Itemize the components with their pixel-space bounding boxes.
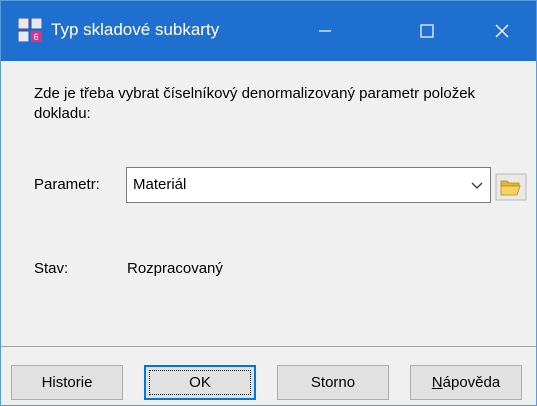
napoveda-mnemonic: N	[431, 374, 443, 391]
dialog-body: Zde je třeba vybrat číselníkový denormal…	[1, 61, 536, 346]
maximize-icon	[420, 24, 434, 38]
button-bar: Historie OK Storno Nápověda	[1, 347, 536, 405]
folder-open-icon	[495, 173, 527, 201]
maximize-button[interactable]	[396, 1, 458, 61]
chevron-down-icon[interactable]	[468, 176, 486, 194]
minimize-button[interactable]	[294, 1, 356, 61]
minimize-icon	[319, 30, 331, 32]
focus-rectangle	[149, 370, 251, 395]
svg-text:6: 6	[34, 32, 39, 42]
window-title: Typ skladové subkarty	[51, 20, 220, 39]
close-button[interactable]	[471, 1, 533, 61]
ok-button[interactable]: OK	[144, 365, 256, 400]
stav-label: Stav:	[34, 260, 69, 277]
instruction-text: Zde je třeba vybrat číselníkový denormal…	[34, 85, 476, 122]
folder-browse-button[interactable]	[495, 173, 527, 201]
parametr-combobox[interactable]: Materiál	[126, 167, 491, 203]
parametr-selected-value: Materiál	[133, 176, 187, 193]
title-bar[interactable]: 6 Typ skladové subkarty	[1, 1, 536, 61]
dialog-window: 6 Typ skladové subkarty Zde je třeba vyb…	[0, 0, 537, 406]
storno-button[interactable]: Storno	[277, 365, 389, 400]
parametr-label: Parametr:	[34, 176, 100, 193]
close-icon	[495, 24, 509, 38]
app-logo-icon: 6	[17, 17, 43, 43]
napoveda-button[interactable]: Nápověda	[410, 365, 522, 400]
stav-value: Rozpracovaný	[127, 260, 223, 277]
napoveda-label: ápověda	[442, 374, 501, 391]
historie-button[interactable]: Historie	[11, 365, 123, 400]
